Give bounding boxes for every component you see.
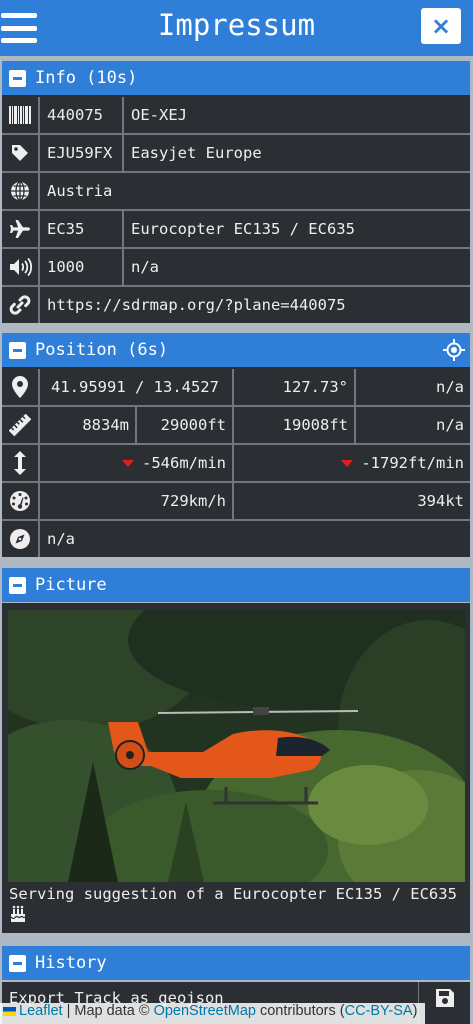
info-row-squawk: 1000 n/a bbox=[2, 249, 470, 285]
vertical-rate-m-value: -546m/min bbox=[40, 445, 234, 481]
save-icon[interactable] bbox=[419, 982, 470, 1024]
tag-icon bbox=[2, 135, 40, 171]
ruler-icon bbox=[2, 407, 40, 443]
position-row-vertical-rate: -546m/min -1792ft/min bbox=[2, 445, 470, 481]
type-name-value: Eurocopter EC135 / EC635 bbox=[124, 211, 470, 247]
section-header-info[interactable]: Info (10s) bbox=[2, 61, 470, 95]
globe-icon bbox=[2, 173, 40, 209]
squawk-value: 1000 bbox=[40, 249, 124, 285]
down-arrow-icon bbox=[341, 459, 354, 467]
hex-value: 440075 bbox=[40, 97, 124, 133]
speed-kt-value: 394kt bbox=[234, 483, 470, 519]
altitude-m-value: 8834m bbox=[40, 407, 137, 443]
osm-link[interactable]: OpenStreetMap bbox=[154, 1003, 256, 1019]
barcode-icon bbox=[2, 97, 40, 133]
info-row-hex: 440075 OE-XEJ bbox=[2, 97, 470, 133]
plane-icon bbox=[2, 211, 40, 247]
type-code-value: EC35 bbox=[40, 211, 124, 247]
collapse-icon[interactable] bbox=[9, 954, 26, 972]
registration-value: OE-XEJ bbox=[124, 97, 470, 133]
section-header-history[interactable]: History bbox=[2, 946, 470, 980]
section-header-position[interactable]: Position (6s) bbox=[2, 333, 470, 367]
position-row-altitude: 8834m 29000ft 19008ft n/a bbox=[2, 407, 470, 443]
attribution-contributors: contributors ( bbox=[255, 1003, 345, 1019]
position-panel: 41.95991 / 13.4527 127.73° n/a 8834m 290… bbox=[2, 367, 470, 557]
section-title-info: Info (10s) bbox=[35, 68, 138, 88]
attribution-text: | Map data © bbox=[62, 1003, 154, 1019]
crosshair-icon[interactable] bbox=[443, 339, 465, 366]
attribution-close: ) bbox=[412, 1003, 418, 1019]
page-title: Impressum bbox=[157, 8, 316, 42]
section-title-history: History bbox=[35, 953, 107, 973]
collapse-icon[interactable] bbox=[9, 341, 26, 359]
map-marker-icon bbox=[2, 369, 40, 405]
speedometer-icon bbox=[2, 483, 40, 519]
track-value: 127.73° bbox=[234, 369, 356, 405]
callsign-value: EJU59FX bbox=[40, 135, 124, 171]
info-row-type: EC35 Eurocopter EC135 / EC635 bbox=[2, 211, 470, 247]
section-title-picture: Picture bbox=[35, 575, 107, 595]
top-bar: Impressum × bbox=[0, 0, 473, 56]
vertical-arrows-icon bbox=[2, 445, 40, 481]
info-row-country: Austria bbox=[2, 173, 470, 209]
speed-kmh-value: 729km/h bbox=[40, 483, 234, 519]
position-row-speed: 729km/h 394kt bbox=[2, 483, 470, 519]
operator-value: Easyjet Europe bbox=[124, 135, 470, 171]
squawk-extra-value: n/a bbox=[124, 249, 470, 285]
coordinates-value: 41.95991 / 13.4527 bbox=[40, 369, 234, 405]
info-row-link: https://sdrmap.org/?plane=440075 bbox=[2, 287, 470, 323]
heading-value: n/a bbox=[40, 521, 470, 557]
ukraine-flag-icon bbox=[3, 1006, 16, 1016]
picture-panel: Serving suggestion of a Eurocopter EC135… bbox=[2, 603, 470, 933]
volume-icon bbox=[2, 249, 40, 285]
collapse-icon[interactable] bbox=[9, 69, 26, 87]
picture-caption: Serving suggestion of a Eurocopter EC135… bbox=[9, 883, 464, 927]
close-button[interactable]: × bbox=[421, 8, 461, 44]
geo-altitude-value: 19008ft bbox=[234, 407, 356, 443]
position-row-heading: n/a bbox=[2, 521, 470, 557]
license-link[interactable]: CC-BY-SA bbox=[345, 1003, 413, 1019]
cake-icon bbox=[9, 905, 27, 925]
leaflet-link[interactable]: Leaflet bbox=[19, 1003, 63, 1019]
map-attribution: Leaflet | Map data © OpenStreetMap contr… bbox=[0, 1003, 425, 1024]
country-value: Austria bbox=[40, 173, 470, 209]
altitude-ft-value: 29000ft bbox=[137, 407, 234, 443]
compass-icon bbox=[2, 521, 40, 557]
vertical-rate-ft-value: -1792ft/min bbox=[234, 445, 470, 481]
collapse-icon[interactable] bbox=[9, 576, 26, 594]
position-extra-value: n/a bbox=[356, 369, 470, 405]
section-header-picture[interactable]: Picture bbox=[2, 568, 470, 602]
section-title-position: Position (6s) bbox=[35, 340, 169, 360]
info-panel: 440075 OE-XEJ EJU59FX Easyjet Europe Aus… bbox=[2, 95, 470, 323]
aircraft-photo[interactable] bbox=[8, 610, 465, 882]
info-row-callsign: EJU59FX Easyjet Europe bbox=[2, 135, 470, 171]
link-icon bbox=[2, 287, 40, 323]
altitude-extra-value: n/a bbox=[356, 407, 470, 443]
down-arrow-icon bbox=[122, 459, 134, 467]
position-row-coords: 41.95991 / 13.4527 127.73° n/a bbox=[2, 369, 470, 405]
sdrmap-link[interactable]: https://sdrmap.org/?plane=440075 bbox=[40, 287, 470, 323]
